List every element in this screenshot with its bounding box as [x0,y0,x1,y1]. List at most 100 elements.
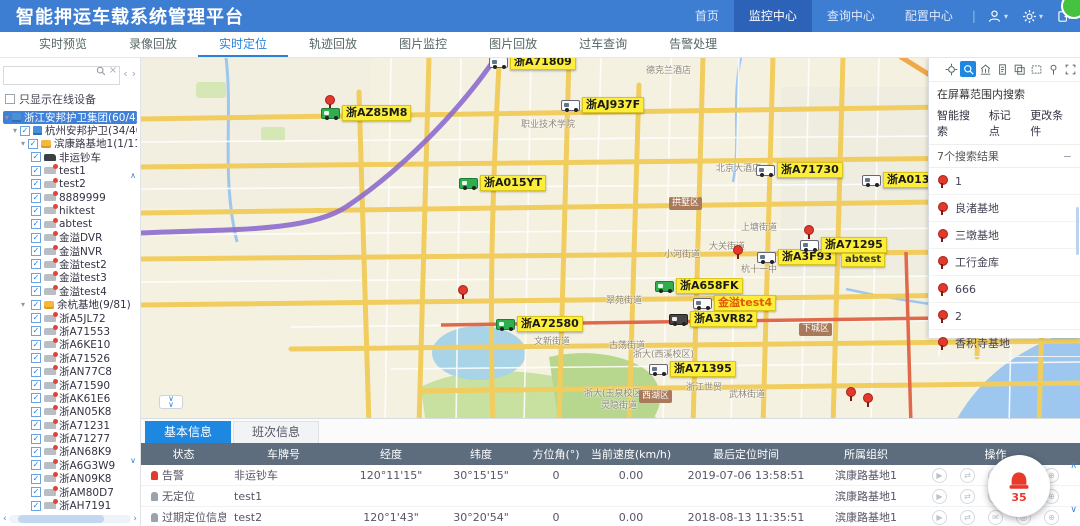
tree-item[interactable]: ▾ 浙AN05K8 [3,405,137,418]
scroll-right-icon[interactable] [133,514,137,524]
table-row[interactable]: 过期定位信息 test2 120°1'43" 30°20'54" 0 0.00 … [141,507,1080,526]
tree-checkbox[interactable] [31,447,41,457]
tree-item[interactable]: ▾ 浙AN68K9 [3,445,137,458]
track-icon[interactable] [960,489,975,504]
vehicle-marker[interactable]: 浙A71809 [489,57,576,70]
tree-item[interactable]: ▾ 浙A71553 [3,325,137,338]
search-result-item[interactable]: 香积寺基地 [929,330,1080,357]
vehicle-plate-label[interactable]: 浙AZ85M8 [342,105,411,121]
nav-item[interactable]: 监控中心 [734,0,812,32]
tree-scroll-down-icon[interactable] [130,456,136,465]
tree-checkbox[interactable] [31,206,41,216]
tree-checkbox[interactable] [31,326,41,336]
table-row[interactable]: 告警 非运钞车 120°11'15" 30°15'15" 0 0.00 2019… [141,465,1080,486]
layers-icon[interactable] [1011,61,1027,77]
alarm-float-button[interactable]: 35 [988,455,1050,517]
tree-item[interactable]: ▾ 浙AH7191 [3,499,137,512]
change-condition-link[interactable]: 更改条件 [1030,107,1072,139]
tree-checkbox[interactable] [31,340,41,350]
vehicle-marker[interactable]: 金溢test4 [693,295,776,311]
tree-item[interactable]: ▾ test2 [3,177,137,190]
tree-checkbox[interactable] [31,393,41,403]
tree-item[interactable]: ▾ hiktest [3,204,137,217]
smart-search-link[interactable]: 智能搜索 [937,107,979,139]
settings-menu[interactable]: ▾ [1015,0,1050,32]
tree-checkbox[interactable] [31,286,41,296]
tree-checkbox[interactable] [31,487,41,497]
expand-caret-icon[interactable]: ▾ [5,113,9,122]
table-scroll-down-icon[interactable] [1070,505,1077,515]
track-icon[interactable] [960,510,975,525]
tree-checkbox[interactable] [31,193,41,203]
area-search-icon[interactable] [960,61,976,77]
track-icon[interactable] [960,468,975,483]
tree-item[interactable]: ▾ 浙A71590 [3,378,137,391]
nav-item[interactable]: 配置中心 [890,0,968,32]
tree-item[interactable]: ▾ 浙A5JL72 [3,311,137,324]
tree-checkbox[interactable] [31,420,41,430]
tree-item[interactable]: ▾ test1 [3,164,137,177]
tree-item[interactable]: ▾ 浙AK61E6 [3,392,137,405]
tree-checkbox[interactable] [20,126,30,136]
tree-checkbox[interactable] [31,219,41,229]
vehicle-plate-label[interactable]: 浙AJ937F [582,97,644,113]
table-scroll-up-icon[interactable] [1070,461,1077,471]
map-pin-icon[interactable] [733,245,743,259]
search-next-icon[interactable] [131,67,137,80]
online-filter-checkbox[interactable] [5,94,15,104]
tree-item[interactable]: ▾ 浙AM80D7 [3,485,137,498]
landmark-icon[interactable] [977,61,993,77]
function-tab[interactable]: 实时预览 [18,32,108,57]
map-canvas[interactable]: 德克兰酒店北京大酒店职业技术学院上塘街道大关街道小河街道杭十一中翠苑街道文新街道… [141,57,1080,426]
tree-item[interactable]: ▾ 金溢DVR [3,231,137,244]
search-result-item[interactable]: 2 [929,303,1080,330]
tree-item[interactable]: ▾ 滨康路基地1(1/11) [3,137,137,150]
vehicle-plate-label[interactable]: 浙A71809 [510,57,576,70]
expand-caret-icon[interactable]: ▾ [21,300,28,309]
tree-checkbox[interactable] [31,152,41,162]
tree-checkbox[interactable] [31,407,41,417]
tree-item[interactable]: ▾ abtest [3,218,137,231]
tree-checkbox[interactable] [31,380,41,390]
vehicle-plate-label[interactable]: abtest [841,253,885,267]
vehicle-plate-label[interactable]: 金溢test4 [714,295,776,311]
tree-checkbox[interactable] [31,246,41,256]
function-tab[interactable]: 实时定位 [198,32,288,57]
tree-checkbox[interactable] [31,474,41,484]
tree-item[interactable]: ▾ 浙A6G3W9 [3,459,137,472]
function-tab[interactable]: 录像回放 [108,32,198,57]
function-tab[interactable]: 轨迹回放 [288,32,378,57]
vehicle-marker[interactable]: abtest [841,253,885,267]
pin-icon[interactable] [1045,61,1061,77]
scroll-left-icon[interactable] [3,514,7,524]
scrollbar-thumb[interactable] [18,515,104,523]
search-result-item[interactable]: 工行金库 [929,249,1080,276]
tree-checkbox[interactable] [28,139,38,149]
expand-caret-icon[interactable]: ▾ [21,139,25,148]
vehicle-marker[interactable]: 浙A015YT [459,175,546,191]
vehicle-marker[interactable]: 浙A72580 [496,316,583,332]
marker-point-link[interactable]: 标记点 [989,107,1020,139]
note-icon[interactable] [994,61,1010,77]
function-tab[interactable]: 图片监控 [378,32,468,57]
vehicle-marker[interactable]: 浙A658FK [655,278,743,294]
tree-item[interactable]: ▾ 金溢test3 [3,271,137,284]
tree-item[interactable]: ▾ 金溢test4 [3,285,137,298]
map-pin-icon[interactable] [458,285,468,299]
video-icon[interactable] [932,510,947,525]
tree-checkbox[interactable] [31,434,41,444]
vehicle-marker[interactable]: 浙A71395 [649,361,736,377]
expand-caret-icon[interactable]: ▾ [13,126,17,135]
nav-item[interactable]: 查询中心 [812,0,890,32]
tree-checkbox[interactable] [31,233,41,243]
tree-checkbox[interactable] [31,501,41,511]
vehicle-marker[interactable]: 浙A3VR82 [669,311,757,327]
tree-item[interactable]: ▾ 浙AN77C8 [3,365,137,378]
tree-item[interactable]: ▾ 余杭基地(9/81) [3,298,137,311]
tree-item[interactable]: ▾ 金溢NVR [3,244,137,257]
more-actions-icon[interactable] [1044,510,1059,525]
tree-item[interactable]: ▾ 浙AN09K8 [3,472,137,485]
search-result-item[interactable]: 良渚基地 [929,195,1080,222]
tree-item[interactable]: ▾ 金溢test2 [3,258,137,271]
tree-checkbox[interactable] [31,273,41,283]
